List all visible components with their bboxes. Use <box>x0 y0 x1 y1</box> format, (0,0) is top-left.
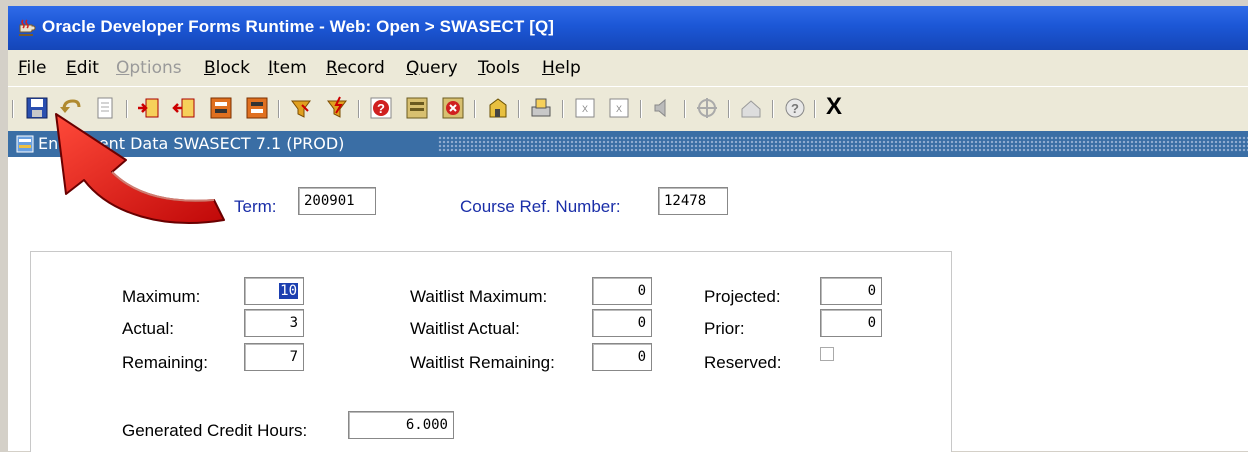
speaker-icon[interactable] <box>650 95 676 121</box>
select-icon[interactable] <box>404 95 430 121</box>
maximum-input[interactable]: 10 <box>244 277 304 305</box>
svg-text:X: X <box>616 104 622 114</box>
remaining-input[interactable]: 7 <box>244 343 304 371</box>
svg-text:X: X <box>582 104 588 114</box>
rollback-icon[interactable] <box>58 95 84 121</box>
previous-block-icon[interactable] <box>208 95 234 121</box>
waitlist-remaining-label: Waitlist Remaining: <box>410 353 555 372</box>
remove-record-icon[interactable] <box>172 95 198 121</box>
print-screen-icon[interactable] <box>528 95 554 121</box>
next-block-icon[interactable] <box>244 95 270 121</box>
help-icon[interactable]: ? <box>368 95 394 121</box>
prior-label: Prior: <box>704 319 745 338</box>
waitlist-actual-input[interactable]: 0 <box>592 309 652 337</box>
execute-query-icon[interactable] <box>324 95 350 121</box>
java-coffee-icon <box>19 19 36 36</box>
menu-bar: File Edit Options Block Item Record Quer… <box>8 50 1248 86</box>
menu-item[interactable]: Item <box>268 58 307 78</box>
menu-file[interactable]: File <box>18 58 46 78</box>
maximum-label: Maximum: <box>122 287 201 306</box>
projected-input[interactable]: 0 <box>820 277 882 305</box>
enter-query-icon[interactable] <box>288 95 314 121</box>
waitlist-actual-label: Waitlist Actual: <box>410 319 520 338</box>
form-title: Enrollment Data SWASECT 7.1 (PROD) <box>38 134 345 153</box>
menu-edit[interactable]: Edit <box>66 58 99 78</box>
menu-help[interactable]: Help <box>542 58 581 78</box>
toolbar: ? X X ? X <box>8 86 1248 131</box>
print-icon[interactable] <box>92 95 118 121</box>
projected-label: Projected: <box>704 287 781 306</box>
waitlist-maximum-label: Waitlist Maximum: <box>410 287 548 306</box>
crn-input[interactable]: 12478 <box>658 187 728 215</box>
prior-input[interactable]: 0 <box>820 309 882 337</box>
exit-button[interactable]: X <box>826 93 842 121</box>
clear-icon[interactable]: X <box>606 95 632 121</box>
reserved-checkbox[interactable] <box>820 347 834 361</box>
copy-icon[interactable] <box>484 95 510 121</box>
term-label: Term: <box>234 197 277 216</box>
cancel-query-icon[interactable] <box>440 95 466 121</box>
waitlist-remaining-input[interactable]: 0 <box>592 343 652 371</box>
save-icon[interactable] <box>24 95 50 121</box>
form-window-header[interactable]: Enrollment Data SWASECT 7.1 (PROD) <box>8 131 1248 157</box>
form-icon <box>16 135 34 153</box>
home-icon[interactable] <box>738 95 764 121</box>
question-icon[interactable]: ? <box>782 95 808 121</box>
window-title-bar[interactable]: Oracle Developer Forms Runtime - Web: Op… <box>8 6 1248 50</box>
menu-tools[interactable]: Tools <box>478 58 520 78</box>
svg-text:?: ? <box>377 101 385 116</box>
actual-label: Actual: <box>122 319 174 338</box>
header-pattern <box>438 136 1248 152</box>
menu-options[interactable]: Options <box>116 58 182 78</box>
menu-block[interactable]: Block <box>204 58 250 78</box>
term-input[interactable]: 200901 <box>298 187 376 215</box>
waitlist-maximum-input[interactable]: 0 <box>592 277 652 305</box>
form-body: Term: 200901 Course Ref. Number: 12478 M… <box>8 157 1248 452</box>
svg-text:?: ? <box>791 101 799 116</box>
insert-record-icon[interactable] <box>136 95 162 121</box>
target-icon[interactable] <box>694 95 720 121</box>
window-title: Oracle Developer Forms Runtime - Web: Op… <box>42 17 555 36</box>
actual-input[interactable]: 3 <box>244 309 304 337</box>
credit-hours-label: Generated Credit Hours: <box>122 421 308 440</box>
menu-query[interactable]: Query <box>406 58 458 78</box>
credit-hours-input[interactable]: 6.000 <box>348 411 454 439</box>
remaining-label: Remaining: <box>122 353 208 372</box>
reserved-label: Reserved: <box>704 353 782 372</box>
menu-record[interactable]: Record <box>326 58 385 78</box>
crn-label: Course Ref. Number: <box>460 197 621 216</box>
export-icon[interactable]: X <box>572 95 598 121</box>
